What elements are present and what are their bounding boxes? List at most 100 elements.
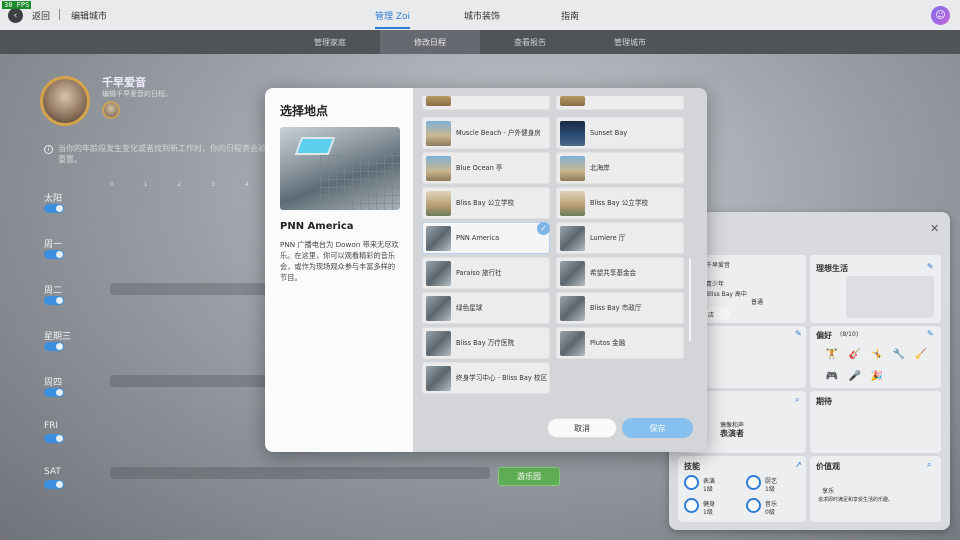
selected-location-name: PNN America [280,221,354,232]
expand-icon[interactable]: ↗ [795,460,802,469]
location-thumbnail [560,96,585,106]
close-icon[interactable]: ✕ [930,222,939,235]
dance-icon: 🤸 [870,348,884,360]
location-thumbnail [560,331,585,356]
activity-park-button[interactable]: 游乐园 [498,467,560,486]
back-button[interactable]: 返回 [32,9,50,22]
location-tile[interactable]: Bliss Bay 公立学校 [422,187,550,219]
tab-manage-zoi[interactable]: 管理 Zoi [375,9,411,29]
expect-title: 期待 [816,397,832,406]
tab-city-decor[interactable]: 城市装饰 [464,9,500,22]
location-tile[interactable]: Lumiere 厅 [556,222,684,254]
location-detail-pane: 选择地点 PNN America PNN 广播电台为 Dowon 带来无尽欢乐。… [265,88,413,452]
breadcrumb: 编辑城市 [71,12,108,22]
location-tile[interactable]: Paraiso 旅行社 [422,257,550,289]
day-toggle[interactable] [44,388,64,397]
stat-line: 普通 [751,299,764,306]
preference-count: (8/10) [840,331,859,338]
subtab-manage-city[interactable]: 管理城市 [580,30,680,54]
avatar-small[interactable] [102,101,120,119]
location-label: Muscle Beach - 户外健身房 [456,128,541,137]
day-label: SAT [44,467,61,477]
schedule-block [110,467,490,479]
location-tile[interactable]: Plutos 金融 [556,327,684,359]
skill-icon [746,475,761,490]
fps-counter: 30 FPS [2,1,32,9]
back-icon[interactable]: ‹ [8,8,23,23]
location-preview-image [280,127,400,210]
location-thumbnail [560,226,585,251]
job-title: 表演者 [720,429,744,438]
subtab-edit-schedule[interactable]: 修改日程 [380,30,480,54]
dialog-title: 选择地点 [280,104,329,118]
location-label: Sunset Bay [590,128,628,137]
location-tile[interactable]: Sunset Bay [556,117,684,149]
values-title: 价值观 [816,462,840,471]
skill-icon [684,498,699,513]
location-label: 终身学习中心 - Bliss Bay 校区 [456,373,548,382]
value-desc: 追求即时满足和享受生活的乐趣。 [818,497,894,503]
location-tile[interactable]: Bliss Bay 市政厅 [556,292,684,324]
location-thumbnail [426,191,451,216]
location-tile[interactable]: 希望共享基金会 [556,257,684,289]
location-tile-partial[interactable] [556,96,684,110]
skill-level: 1级 [765,486,775,493]
search-icon[interactable]: ⌕ [795,395,799,405]
vacuum-icon: 🧹 [914,348,928,360]
location-tile[interactable]: 终身学习中心 - Bliss Bay 校区 [422,362,550,394]
location-list-scrollbar[interactable] [689,258,691,341]
dumbbell-icon: 🏋 [825,348,839,360]
location-label: Bliss Bay 万疗医院 [456,338,515,347]
edit-icon[interactable]: ✎ [927,262,934,271]
location-label: 北海岸 [590,163,610,172]
save-button[interactable]: 保存 [622,418,693,438]
edit-icon[interactable]: ✎ [927,329,934,338]
location-thumbnail [560,191,585,216]
day-label: FRI [44,421,59,431]
day-toggle[interactable] [44,204,64,213]
gamepad-icon: 🎮 [825,370,839,382]
profile-icon[interactable]: ☺ [931,6,950,25]
day-toggle[interactable] [44,296,64,305]
tab-guide[interactable]: 指南 [561,9,579,22]
location-tile[interactable]: Muscle Beach - 户外健身房 [422,117,550,149]
day-toggle[interactable] [44,480,64,489]
location-tile-partial[interactable] [422,96,550,110]
location-tile[interactable]: Bliss Bay 万疗医院 [422,327,550,359]
location-tile[interactable]: Blue Ocean 亭 [422,152,550,184]
avatar [40,76,90,126]
info-text: 当你的年龄段发生变化或者找到新工作时，你的日程表会被重置。 [58,144,266,164]
search-icon[interactable]: ⌕ [927,460,931,470]
selected-location-description: PNN 广播电台为 Dowon 带来无尽欢乐。在这里，你可以观看精彩的音乐会，或… [280,240,399,282]
day-toggle[interactable] [44,434,64,443]
location-tile[interactable]: Bliss Bay 公立学校 [556,187,684,219]
selected-check-icon: ✓ [537,222,550,235]
stat-line: Bliss Bay 高中 [706,291,747,298]
location-thumbnail [426,96,451,106]
location-label: 希望共享基金会 [590,268,637,277]
cancel-button[interactable]: 取消 [547,418,617,438]
subtab-view-report[interactable]: 查看报告 [480,30,580,54]
location-thumbnail [426,296,451,321]
skill-icon [746,498,761,513]
location-label: Bliss Bay 公立学校 [590,198,649,207]
day-toggle[interactable] [44,250,64,259]
day-label: 星期三 [44,332,72,342]
day-label: 周四 [44,378,63,388]
ideal-life-title: 理想生活 [816,264,848,273]
day-label: 周一 [44,240,63,250]
subtab-manage-family[interactable]: 管理家庭 [280,30,380,54]
top-bar: ‹ 返回 编辑城市 管理 Zoi 城市装饰 指南 ☺ [0,0,960,30]
edit-icon[interactable]: ✎ [795,329,802,338]
location-tile[interactable]: 北海岸 [556,152,684,184]
stat-line: 千早爱音 [706,262,731,269]
location-thumbnail [426,156,451,181]
divider [59,9,60,20]
location-thumbnail [426,121,451,146]
location-tile[interactable]: PNN America ✓ [422,222,550,254]
location-tile[interactable]: 绿色星球 [422,292,550,324]
ideal-life-slot [846,276,934,318]
location-thumbnail [560,296,585,321]
day-toggle[interactable] [44,342,64,351]
schedule-block [110,283,270,295]
